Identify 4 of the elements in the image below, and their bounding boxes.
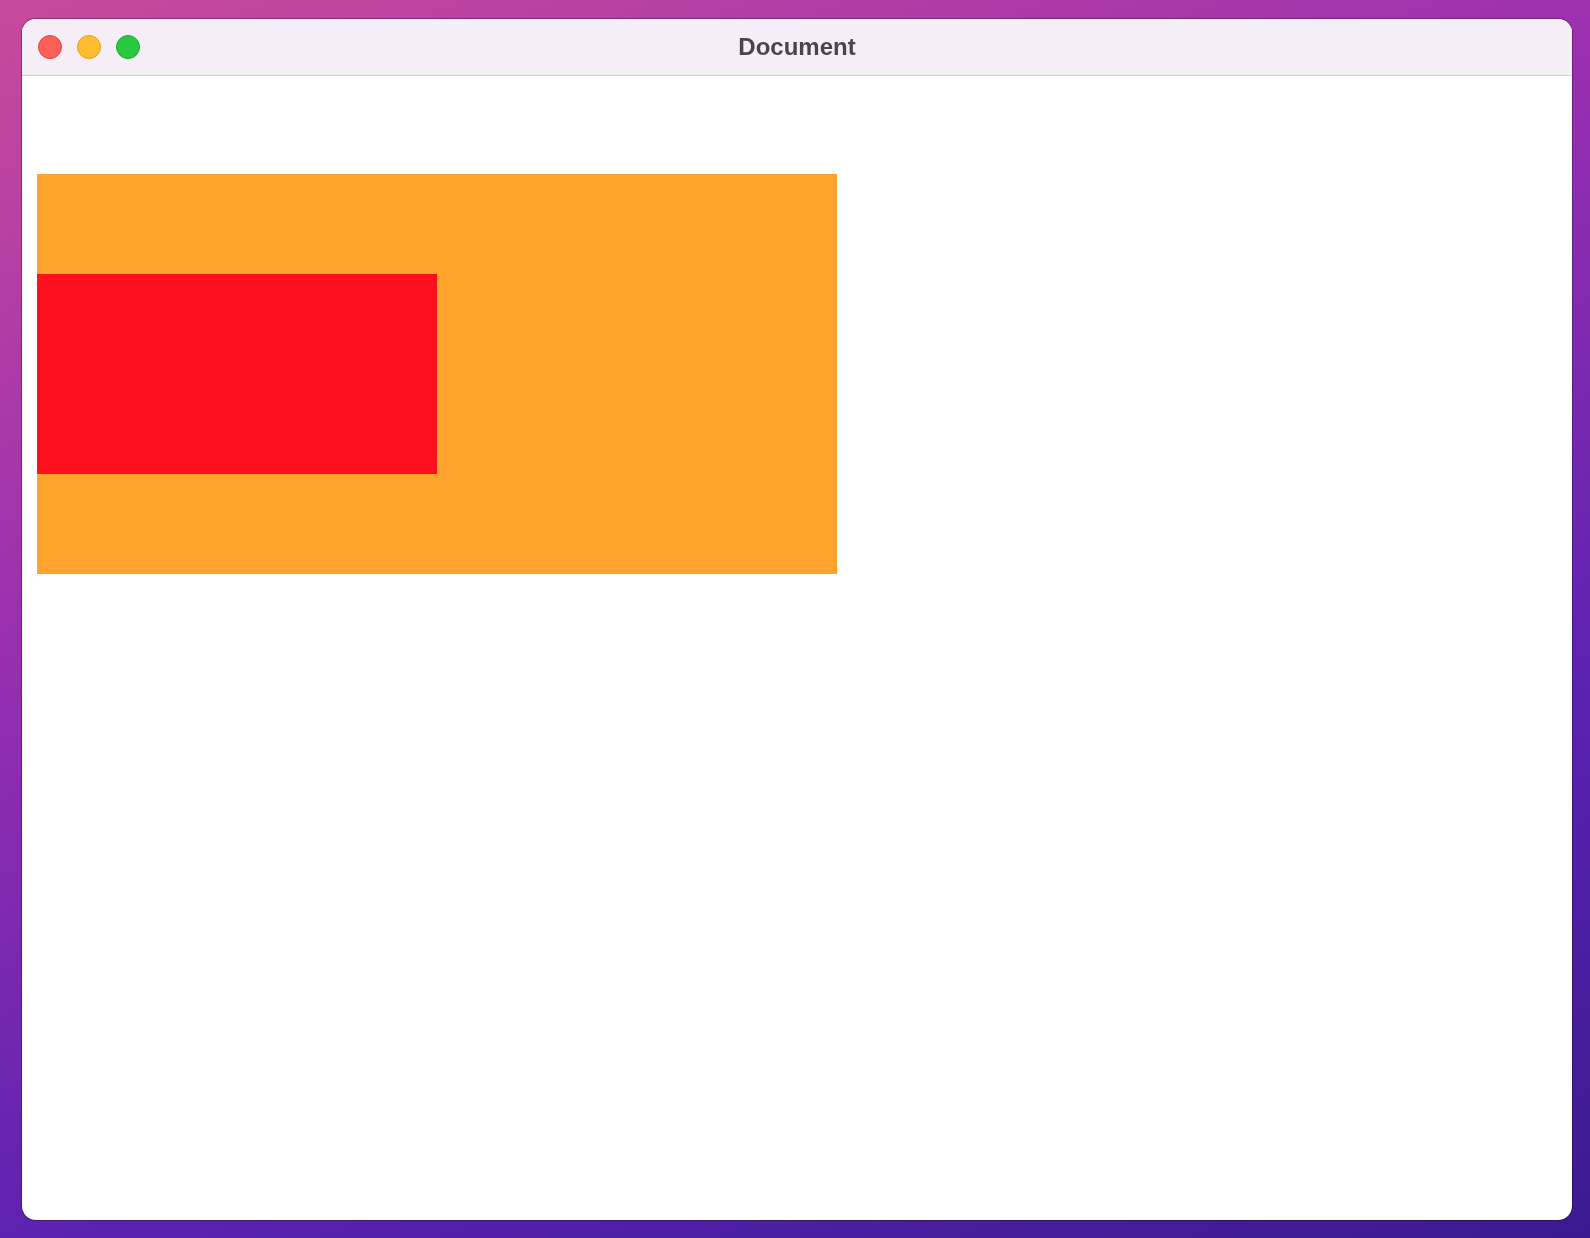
window-title: Document — [738, 33, 856, 61]
zoom-button[interactable] — [116, 35, 140, 59]
close-button[interactable] — [38, 35, 62, 59]
minimize-button[interactable] — [77, 35, 101, 59]
